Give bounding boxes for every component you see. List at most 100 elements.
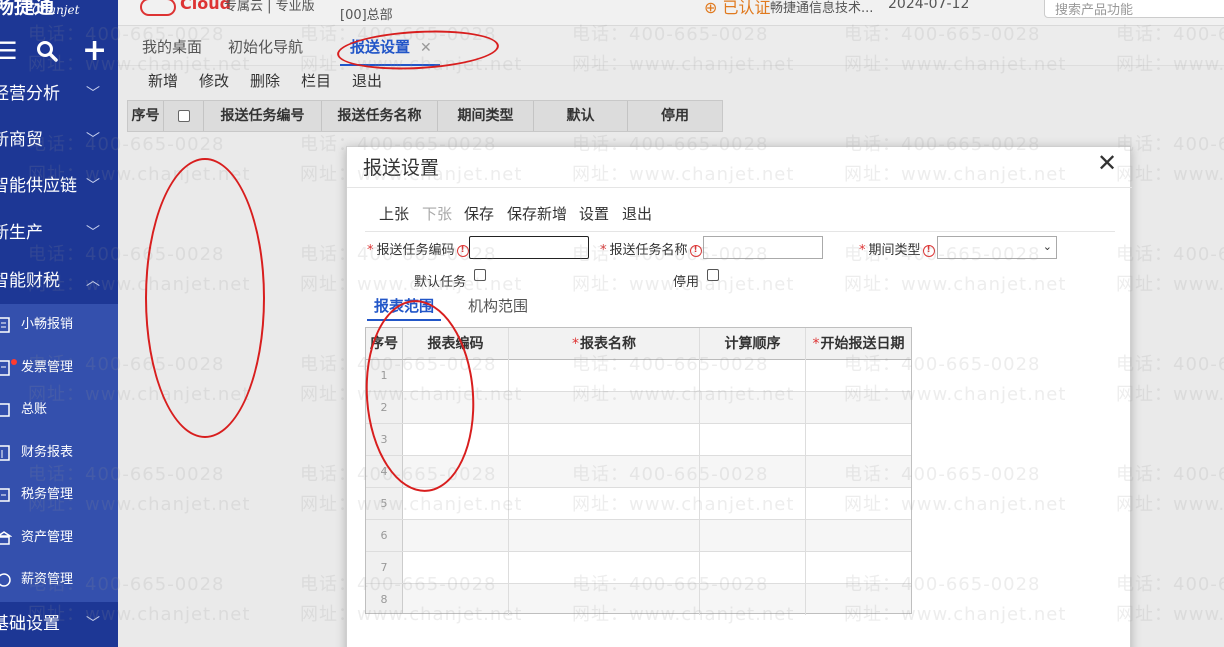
sidebar-subitem-asset[interactable]: 资产管理 bbox=[0, 517, 118, 559]
add-icon[interactable]: + bbox=[82, 34, 107, 68]
save-new-button[interactable]: 保存新增 bbox=[507, 203, 567, 224]
ig-col-calc-order: 计算顺序 bbox=[700, 328, 806, 360]
subtab-org-scope[interactable]: 机构范围 bbox=[468, 295, 528, 321]
close-icon[interactable]: ✕ bbox=[1097, 149, 1117, 177]
submit-settings-dialog: 报送设置 ✕ 上张 下张 保存 保存新增 设置 退出 * 报送任务编码! * 报送任… bbox=[346, 146, 1132, 647]
sidebar-subitem-label: 资产管理 bbox=[21, 530, 74, 545]
dialog-exit-button[interactable]: 退出 bbox=[622, 203, 652, 224]
col-seq: 序号 bbox=[128, 101, 164, 131]
product-search-input[interactable]: 搜索产品功能 bbox=[1044, 0, 1224, 18]
sidebar-subitem-salary[interactable]: 薪资管理 bbox=[0, 559, 118, 601]
prev-button[interactable]: 上张 bbox=[379, 203, 409, 224]
sidebar-subitem-label: 薪资管理 bbox=[21, 572, 74, 587]
period-type-select[interactable]: ⌄ bbox=[937, 236, 1057, 259]
delete-button[interactable]: 删除 bbox=[250, 66, 280, 96]
header-text: 报表名称 bbox=[580, 336, 636, 352]
tab-submit-settings[interactable]: 报送设置 ✕ bbox=[340, 26, 440, 66]
ig-col-report-name: *报表名称 bbox=[509, 328, 700, 360]
sidebar-subitem-reimburse[interactable]: 小畅报销 bbox=[0, 304, 118, 346]
sidebar-subitem-label: 总账 bbox=[21, 402, 48, 417]
sidebar-item-analysis[interactable]: 经营分析 ﹀ bbox=[0, 71, 118, 117]
ledger-icon bbox=[0, 401, 12, 419]
asset-icon bbox=[0, 529, 13, 547]
ig-col-start-date: *开始报送日期 bbox=[806, 328, 911, 360]
cloud-logo-icon bbox=[140, 0, 176, 16]
disabled-checkbox[interactable] bbox=[707, 269, 719, 281]
tax-icon bbox=[0, 486, 12, 504]
field-label-text: 报送任务编码 bbox=[376, 243, 455, 258]
sidebar-subitem-ledger[interactable]: 总账 bbox=[0, 389, 118, 431]
sidebar-subitem-invoice[interactable]: 发票管理 bbox=[0, 347, 118, 389]
dialog-title: 报送设置 bbox=[363, 157, 440, 179]
top-bar: Cloud 专属云 | 专业版 [00]总部 ⊕ 已认证 畅捷通信息技术... … bbox=[118, 0, 1224, 26]
sidebar-item-settings[interactable]: 基础设置 ﹀ bbox=[0, 602, 118, 646]
default-task-checkbox[interactable] bbox=[474, 269, 486, 281]
tab-init-nav[interactable]: 初始化导航 bbox=[228, 26, 303, 66]
col-period-type: 期间类型 bbox=[438, 101, 534, 131]
annotation-ellipse-grid bbox=[145, 158, 265, 438]
table-row[interactable]: 7 bbox=[366, 552, 911, 584]
watermark-site: 网址：www.chanjet.net bbox=[1116, 164, 1224, 185]
save-button[interactable]: 保存 bbox=[464, 203, 494, 224]
disabled-label: 停用 bbox=[673, 275, 700, 290]
chevron-down-icon: ﹀ bbox=[86, 132, 100, 148]
close-icon[interactable]: ✕ bbox=[420, 40, 432, 56]
subtab-report-scope[interactable]: 报表范围 bbox=[367, 295, 442, 321]
sidebar-item-label: 智能财税 bbox=[0, 271, 60, 291]
sidebar-item-trade[interactable]: 新商贸 ﹀ bbox=[0, 117, 118, 163]
period-type-label: * 期间类型! bbox=[859, 239, 935, 258]
col-task-code: 报送任务编号 bbox=[204, 101, 322, 131]
col-task-name: 报送任务名称 bbox=[322, 101, 438, 131]
search-icon[interactable] bbox=[36, 34, 58, 73]
chevron-up-icon: ︿ bbox=[86, 273, 100, 289]
dialog-divider bbox=[347, 187, 1132, 188]
table-row[interactable]: 6 bbox=[366, 520, 911, 552]
col-select-all[interactable] bbox=[164, 101, 204, 131]
sidebar-subitem-tax[interactable]: 税务管理 bbox=[0, 474, 118, 516]
table-row[interactable]: 8 bbox=[366, 584, 911, 613]
row-number: 6 bbox=[366, 520, 403, 551]
task-name-input[interactable] bbox=[703, 236, 823, 259]
sidebar-item-label: 新商贸 bbox=[0, 130, 43, 150]
sidebar-subitem-label: 小畅报销 bbox=[21, 317, 74, 332]
warning-icon: ! bbox=[922, 244, 935, 257]
sidebar-subitem-report[interactable]: 财务报表 bbox=[0, 432, 118, 474]
edit-button[interactable]: 修改 bbox=[199, 66, 229, 96]
row-number: 5 bbox=[366, 488, 403, 519]
column-divider bbox=[508, 328, 509, 615]
sidebar: 畅捷通 Chanjet ☰ + 经营分析 ﹀ 新商贸 ﹀ 智能供应链 ﹀ 新生产… bbox=[0, 0, 118, 647]
sidebar-item-supply-chain[interactable]: 智能供应链 ﹀ bbox=[0, 163, 118, 209]
company-name[interactable]: 畅捷通信息技术... bbox=[770, 0, 873, 16]
certified-label: 已认证 bbox=[722, 0, 771, 17]
sidebar-tools: ☰ + bbox=[0, 34, 118, 68]
settings-button[interactable]: 设置 bbox=[579, 203, 609, 224]
task-code-label: * 报送任务编码! bbox=[367, 239, 469, 258]
org-selector[interactable]: [00]总部 bbox=[340, 4, 393, 23]
column-divider bbox=[699, 328, 700, 615]
columns-button[interactable]: 栏目 bbox=[301, 66, 331, 96]
table-row[interactable]: 2 bbox=[366, 392, 911, 424]
table-row[interactable]: 4 bbox=[366, 456, 911, 488]
toolbar-divider bbox=[365, 231, 1115, 232]
sidebar-item-production[interactable]: 新生产 ﹀ bbox=[0, 210, 118, 256]
task-code-input[interactable] bbox=[469, 236, 589, 259]
chevron-down-icon: ⌄ bbox=[1042, 240, 1052, 253]
table-row[interactable]: 3 bbox=[366, 424, 911, 456]
add-button[interactable]: 新增 bbox=[148, 66, 178, 96]
row-number: 8 bbox=[366, 584, 403, 613]
exit-button[interactable]: 退出 bbox=[352, 66, 382, 96]
menu-icon[interactable]: ☰ bbox=[0, 34, 18, 68]
tab-desktop[interactable]: 我的桌面 bbox=[142, 26, 202, 66]
table-row[interactable]: 1 bbox=[366, 360, 911, 392]
watermark-phone: 电话：400-665-0028 bbox=[1116, 134, 1224, 155]
toolbar: 新增 修改 删除 栏目 退出 bbox=[118, 66, 1224, 96]
sidebar-item-label: 基础设置 bbox=[0, 614, 60, 634]
row-number: 7 bbox=[366, 552, 403, 583]
warning-icon: ! bbox=[456, 244, 469, 257]
table-row[interactable]: 5 bbox=[366, 488, 911, 520]
select-all-checkbox[interactable] bbox=[177, 110, 190, 122]
next-button[interactable]: 下张 bbox=[422, 203, 452, 224]
sidebar-item-finance-tax[interactable]: 智能财税 ︿ bbox=[0, 258, 118, 304]
row-number: 1 bbox=[366, 360, 403, 391]
ig-col-report-code: 报表编码 bbox=[403, 328, 509, 360]
